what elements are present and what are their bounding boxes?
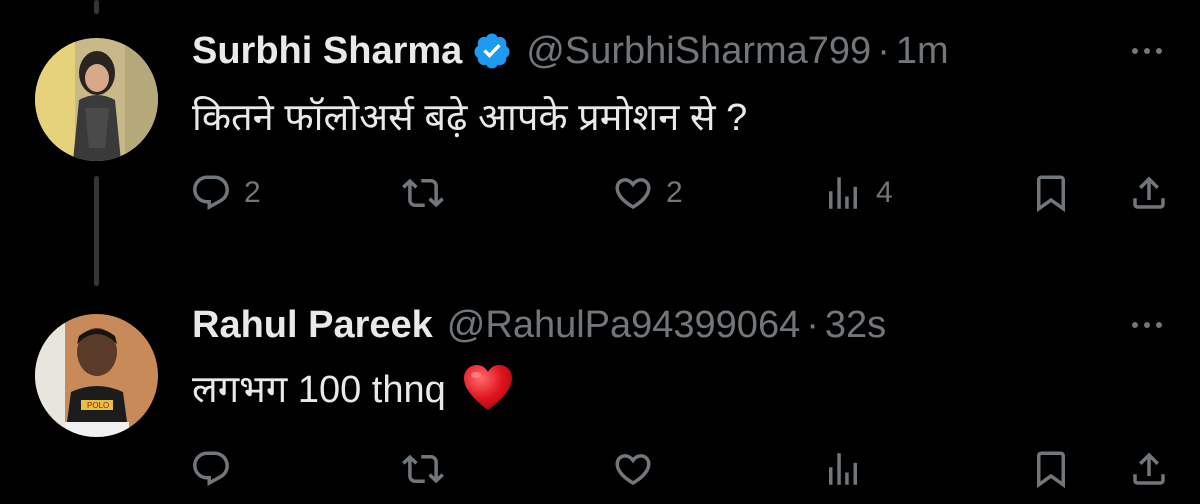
retweet-button[interactable] bbox=[402, 448, 456, 490]
author-handle[interactable]: @RahulPa94399064 bbox=[447, 304, 800, 347]
reply-icon bbox=[193, 451, 229, 486]
tweet-text-content: लगभग 100 thnq bbox=[192, 369, 446, 411]
like-button[interactable] bbox=[612, 448, 666, 490]
share-button[interactable] bbox=[1128, 448, 1170, 490]
tweet-header: Rahul Pareek @RahulPa94399064 · 32s bbox=[192, 302, 886, 348]
red-heart-emoji-icon bbox=[463, 365, 512, 410]
reply-button[interactable] bbox=[190, 448, 244, 490]
timestamp[interactable]: 32s bbox=[825, 304, 886, 347]
share-icon bbox=[1133, 452, 1165, 485]
separator-dot: · bbox=[806, 303, 819, 346]
heart-icon bbox=[615, 454, 651, 486]
author-name[interactable]: Rahul Pareek bbox=[192, 304, 433, 347]
tweet[interactable]: POLO Rahul Pareek @RahulPa94399064 · 32s… bbox=[0, 0, 1200, 504]
views-icon bbox=[829, 453, 857, 485]
svg-text:POLO: POLO bbox=[87, 401, 109, 410]
action-bar bbox=[0, 448, 1200, 498]
avatar-man-photo-icon: POLO bbox=[35, 314, 158, 437]
retweet-icon bbox=[402, 454, 444, 484]
views-button[interactable] bbox=[822, 448, 876, 490]
tweet-text: लगभग 100 thnq bbox=[192, 362, 514, 414]
more-icon[interactable] bbox=[1132, 322, 1162, 328]
bookmark-button[interactable] bbox=[1030, 448, 1072, 490]
bookmark-icon bbox=[1037, 451, 1065, 489]
avatar[interactable]: POLO bbox=[35, 314, 158, 437]
